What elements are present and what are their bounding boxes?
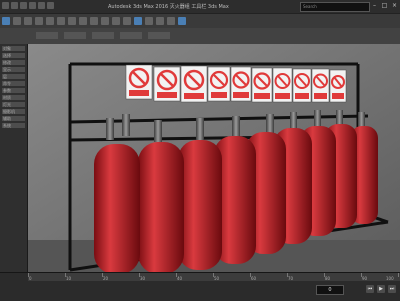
list-item[interactable]: 显示 (2, 67, 25, 72)
undo-icon[interactable] (38, 2, 45, 9)
unlink-icon[interactable] (57, 17, 65, 25)
align-icon[interactable] (112, 17, 120, 25)
ribbon-tab[interactable] (64, 32, 86, 39)
link-icon[interactable] (46, 17, 54, 25)
main-toolbar (0, 13, 400, 29)
list-item[interactable]: 修改 (2, 60, 25, 65)
window-controls: – □ × (371, 2, 398, 9)
timeline-label: 0 (29, 276, 32, 281)
timeline-label: 10 (66, 276, 72, 281)
schematic-icon[interactable] (145, 17, 153, 25)
viewport-scene (28, 44, 400, 272)
no-fire-icon (251, 67, 273, 103)
timeline[interactable]: 0 10 20 30 40 50 60 70 80 90 100 (28, 273, 400, 281)
percent-snap-icon[interactable] (90, 17, 98, 25)
cylinder (178, 140, 222, 270)
list-item[interactable]: 对象 (2, 46, 25, 51)
no-fire-icon (125, 64, 153, 100)
close-button[interactable]: × (391, 2, 398, 9)
no-fire-icon (292, 68, 312, 103)
no-fire-icon (311, 68, 330, 103)
warning-icon (207, 66, 231, 102)
app-icon[interactable] (2, 2, 9, 9)
list-item[interactable]: 层 (2, 74, 25, 79)
move-icon[interactable] (13, 17, 21, 25)
timeline-label: 70 (288, 276, 294, 281)
render-icon[interactable] (178, 17, 186, 25)
playback-controls: ⏮ ▶ ⏭ (366, 285, 396, 293)
save-file-icon[interactable] (29, 2, 36, 9)
layer-icon[interactable] (123, 17, 131, 25)
timeline-label: 90 (362, 276, 368, 281)
list-item[interactable]: 摄影机 (2, 109, 25, 114)
search-input[interactable]: Search (300, 2, 370, 12)
no-smoking-icon (153, 66, 181, 102)
scale-icon[interactable] (35, 17, 43, 25)
no-touch-icon (230, 66, 252, 102)
minimize-button[interactable]: – (371, 2, 378, 9)
title-bar: Autodesk 3ds Max 2016 灭火器组 工具栏 3ds Max S… (0, 0, 400, 13)
ribbon-tab[interactable] (120, 32, 142, 39)
list-item[interactable]: 命令 (2, 81, 25, 86)
warning-signs (125, 64, 347, 103)
timeline-label: 100 (386, 276, 394, 281)
list-item[interactable]: 系统 (2, 123, 25, 128)
list-item[interactable]: 参数 (2, 88, 25, 93)
ribbon-tab[interactable] (36, 32, 58, 39)
go-to-end-icon[interactable]: ⏭ (388, 285, 396, 293)
no-fire-icon (272, 67, 293, 103)
angle-snap-icon[interactable] (79, 17, 87, 25)
timeline-label: 20 (103, 276, 109, 281)
snap-icon[interactable] (68, 17, 76, 25)
ribbon-tab[interactable] (148, 32, 170, 39)
timeline-label: 50 (214, 276, 220, 281)
mirror-icon[interactable] (101, 17, 109, 25)
go-to-start-icon[interactable]: ⏮ (366, 285, 374, 293)
scene-explorer: 对象 选择 修改 显示 层 命令 参数 材质 灯光 摄影机 辅助 系统 (0, 44, 28, 272)
render-setup-icon[interactable] (167, 17, 175, 25)
select-icon[interactable] (2, 17, 10, 25)
timeline-label: 40 (177, 276, 183, 281)
timeline-label: 60 (251, 276, 257, 281)
status-area: 0 10 20 30 40 50 60 70 80 90 100 0 ⏮ ▶ ⏭ (0, 272, 400, 301)
frame-input[interactable]: 0 (316, 285, 344, 295)
maximize-button[interactable]: □ (381, 2, 388, 9)
perspective-viewport[interactable] (28, 44, 400, 272)
material-editor-icon[interactable] (156, 17, 164, 25)
new-file-icon[interactable] (11, 2, 18, 9)
open-file-icon[interactable] (20, 2, 27, 9)
ribbon-tab[interactable] (92, 32, 114, 39)
list-item[interactable]: 选择 (2, 53, 25, 58)
timeline-label: 80 (325, 276, 331, 281)
redo-icon[interactable] (47, 2, 54, 9)
rotate-icon[interactable] (24, 17, 32, 25)
list-item[interactable]: 灯光 (2, 102, 25, 107)
cylinder (138, 142, 184, 272)
no-fire-icon (329, 69, 347, 103)
curve-editor-icon[interactable] (134, 17, 142, 25)
cylinder (94, 144, 140, 272)
ribbon-bar (0, 28, 400, 45)
list-item[interactable]: 材质 (2, 95, 25, 100)
timeline-label: 30 (140, 276, 146, 281)
window-title: Autodesk 3ds Max 2016 灭火器组 工具栏 3ds Max (108, 4, 229, 10)
quick-access-toolbar (2, 2, 54, 9)
no-fire-icon (180, 65, 208, 103)
play-icon[interactable]: ▶ (377, 285, 385, 293)
list-item[interactable]: 辅助 (2, 116, 25, 121)
